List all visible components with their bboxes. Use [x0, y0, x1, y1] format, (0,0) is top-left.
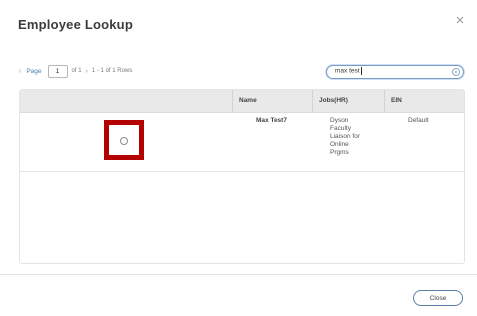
next-page-icon[interactable]: › [86, 68, 88, 75]
cell-jobs-line: Faculty [330, 125, 351, 132]
text-caret [360, 67, 362, 75]
table-header: Name Jobs(HR) EIN [20, 90, 464, 113]
page-label: Page [26, 67, 42, 75]
cell-jobs-line: Prgms [330, 149, 349, 156]
search-input[interactable]: max test [326, 65, 464, 79]
cell-ein: Default [408, 117, 429, 124]
prev-page-icon[interactable]: ‹ [19, 68, 21, 75]
cell-jobs: Dyson Faculty Liaison for Online Prgms [330, 117, 360, 157]
dialog-title: Employee Lookup [18, 17, 133, 32]
column-header-jobs[interactable]: Jobs(HR) [312, 90, 384, 112]
pagination: ‹ Page 1 of 1 › 1 - 1 of 1 Rows [19, 64, 132, 78]
cell-jobs-line: Liaison for [330, 133, 360, 140]
employee-lookup-dialog: Employee Lookup × ‹ Page 1 of 1 › 1 - 1 … [0, 0, 477, 316]
cell-jobs-line: Online [330, 141, 349, 148]
close-icon[interactable]: × [453, 13, 467, 28]
row-range: 1 - 1 of 1 Rows [91, 68, 133, 74]
row-select-radio[interactable] [120, 137, 128, 145]
page-total: of 1 [71, 68, 82, 74]
cell-name: Max Test7 [256, 117, 287, 124]
search-input-value: max test [335, 67, 362, 75]
page-number-input[interactable]: 1 [47, 64, 68, 78]
circle-clear-icon[interactable] [452, 68, 460, 76]
table-row[interactable]: Max Test7 Dyson Faculty Liaison for Onli… [20, 113, 464, 172]
cell-jobs-line: Dyson [330, 117, 349, 124]
column-header-name[interactable]: Name [232, 90, 312, 112]
results-table: Name Jobs(HR) EIN Max Test7 Dyson Facult… [19, 89, 465, 264]
footer-divider [0, 274, 477, 275]
close-button[interactable]: Close [413, 290, 463, 306]
select-column-header [20, 90, 232, 112]
column-header-ein[interactable]: EIN [384, 90, 464, 112]
